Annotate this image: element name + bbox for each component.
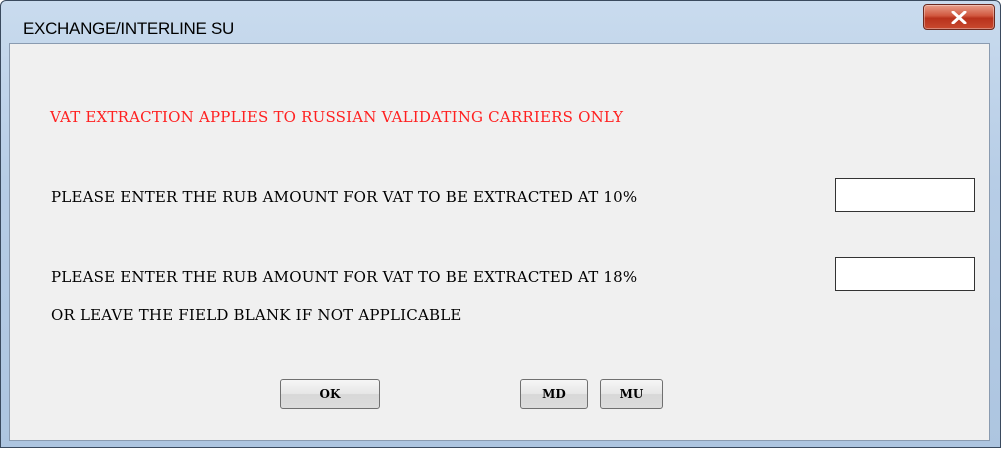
close-button[interactable] [923,4,995,30]
title-bar[interactable]: EXCHANGE/INTERLINE SU [1,1,1000,43]
ok-button[interactable]: OK [280,379,380,409]
close-x-icon [951,11,967,24]
vat-18-note: OR LEAVE THE FIELD BLANK IF NOT APPLICAB… [51,306,462,324]
vat-10-prompt: PLEASE ENTER THE RUB AMOUNT FOR VAT TO B… [51,188,638,206]
window-title: EXCHANGE/INTERLINE SU [23,19,234,38]
vat-10-input[interactable] [835,178,975,212]
vat-warning-text: VAT EXTRACTION APPLIES TO RUSSIAN VALIDA… [50,108,624,126]
vat-18-prompt: PLEASE ENTER THE RUB AMOUNT FOR VAT TO B… [51,268,638,286]
dialog-body: VAT EXTRACTION APPLIES TO RUSSIAN VALIDA… [9,43,990,441]
dialog-window: EXCHANGE/INTERLINE SU VAT EXTRACTION APP… [0,0,1001,448]
md-button[interactable]: MD [520,379,588,409]
vat-18-input[interactable] [835,257,975,291]
mu-button[interactable]: MU [600,379,663,409]
